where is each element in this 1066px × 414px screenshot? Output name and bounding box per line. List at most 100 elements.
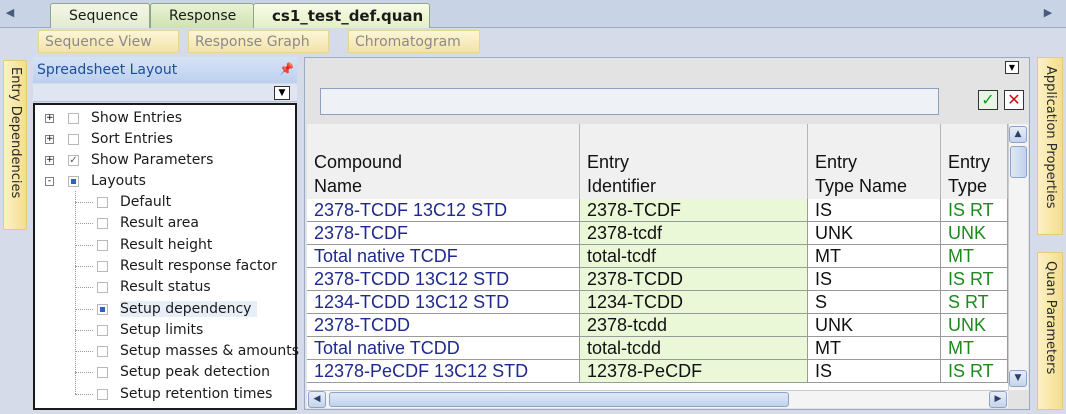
tab-quan-file[interactable]: cs1_test_def.quan	[253, 3, 430, 28]
cell-entry-type[interactable]: MT	[941, 337, 1008, 360]
checkbox[interactable]	[97, 196, 108, 208]
checkbox[interactable]	[97, 366, 108, 378]
cell-compound-name[interactable]: Total native TCDD	[307, 337, 580, 360]
column-header-entry-type-name[interactable]: Entry Type Name	[808, 124, 941, 202]
cell-entry-type-name[interactable]: IS	[808, 199, 941, 222]
column-header-compound-name[interactable]: Compound Name	[307, 124, 580, 202]
expand-icon[interactable]: +	[45, 113, 54, 123]
tab-scroll-right-icon[interactable]: ▶	[1042, 6, 1054, 20]
view-tab-sequence-view-label: Sequence View	[45, 34, 152, 50]
cell-entry-type[interactable]: UNK	[941, 222, 1008, 245]
collapse-icon[interactable]: -	[45, 176, 54, 186]
cell-entry-identifier[interactable]: total-tcdd	[580, 337, 808, 360]
cell-entry-identifier[interactable]: 2378-tcdf	[580, 222, 808, 245]
vertical-scroll-thumb[interactable]	[1010, 146, 1027, 178]
tree-item-label: Show Parameters	[91, 152, 214, 168]
cell-compound-name[interactable]: 1234-TCDD 13C12 STD	[307, 291, 580, 314]
expand-icon[interactable]: +	[45, 155, 54, 165]
tree-item-layouts[interactable]: - Layouts	[45, 171, 146, 191]
cell-compound-name[interactable]: Total native TCDF	[307, 245, 580, 268]
checkbox[interactable]	[97, 217, 108, 229]
layout-item-result-height[interactable]: Result height	[97, 235, 212, 255]
x-icon[interactable]: ✕	[1004, 90, 1024, 110]
cell-entry-type[interactable]: IS RT	[941, 360, 1008, 383]
check-icon[interactable]: ✓	[978, 90, 998, 110]
layout-item-label: Setup masses & amounts	[120, 343, 300, 359]
cell-entry-type-name[interactable]: UNK	[808, 314, 941, 337]
cell-entry-identifier[interactable]: 1234-TCDD	[580, 291, 808, 314]
checkbox[interactable]	[68, 112, 79, 124]
layout-item-setup-peak-detection[interactable]: Setup peak detection	[97, 362, 270, 382]
cell-entry-type-name[interactable]: MT	[808, 245, 941, 268]
chevron-down-icon[interactable]: ▼	[1005, 61, 1019, 74]
pin-icon[interactable]: 📌	[279, 62, 294, 76]
quan-parameters-side-tab[interactable]: Quan Parameters	[1037, 252, 1063, 410]
layout-item-setup-retention-times[interactable]: Setup retention times	[97, 384, 272, 404]
layout-item-result-status[interactable]: Result status	[97, 277, 211, 297]
layout-item-result-area[interactable]: Result area	[97, 213, 199, 233]
checkbox[interactable]	[97, 388, 108, 400]
cell-compound-name[interactable]: 2378-TCDF	[307, 222, 580, 245]
cell-entry-identifier[interactable]: 2378-tcdd	[580, 314, 808, 337]
checkbox[interactable]	[97, 239, 108, 251]
scroll-right-icon[interactable]: ▶	[989, 391, 1007, 408]
checkbox[interactable]	[97, 281, 108, 293]
checkbox[interactable]	[97, 345, 108, 357]
view-tab-chromatogram[interactable]: Chromatogram	[348, 30, 480, 53]
view-tab-sequence-view[interactable]: Sequence View	[38, 30, 179, 53]
tree-item-sort-entries[interactable]: + Sort Entries	[45, 129, 173, 149]
cell-entry-type[interactable]: IS RT	[941, 199, 1008, 222]
cell-compound-name[interactable]: 12378-PeCDF 13C12 STD	[307, 360, 580, 383]
tree-item-show-entries[interactable]: + Show Entries	[45, 108, 182, 128]
cell-compound-name[interactable]: 2378-TCDF 13C12 STD	[307, 199, 580, 222]
entry-dependencies-side-tab[interactable]: Entry Dependencies	[3, 60, 27, 230]
cell-compound-name[interactable]: 2378-TCDD 13C12 STD	[307, 268, 580, 291]
checkbox-checked[interactable]: ✓	[68, 154, 79, 166]
scroll-left-icon[interactable]: ◀	[308, 391, 326, 408]
layout-item-result-response-factor[interactable]: Result response factor	[97, 256, 277, 276]
checkbox[interactable]	[68, 133, 79, 145]
cell-entry-type-name[interactable]: S	[808, 291, 941, 314]
cell-entry-identifier[interactable]: 12378-PeCDF	[580, 360, 808, 383]
cell-entry-type-name[interactable]: IS	[808, 360, 941, 383]
cell-entry-type-name[interactable]: MT	[808, 337, 941, 360]
vertical-scrollbar[interactable]: ▲ ▼	[1008, 124, 1028, 390]
cell-entry-type[interactable]: S RT	[941, 291, 1008, 314]
cell-entry-type[interactable]: MT	[941, 245, 1008, 268]
chevron-down-icon[interactable]: ▼	[274, 86, 290, 100]
cell-entry-identifier[interactable]: 2378-TCDD	[580, 268, 808, 291]
cell-edit-field[interactable]	[320, 88, 939, 115]
layout-item-setup-limits[interactable]: Setup limits	[97, 320, 203, 340]
cell-compound-name[interactable]: 2378-TCDD	[307, 314, 580, 337]
tab-scroll-left-icon[interactable]: ◀	[4, 6, 16, 20]
layout-item-setup-dependency[interactable]: Setup dependency	[97, 299, 258, 319]
horizontal-scroll-thumb[interactable]	[329, 392, 789, 407]
checkbox-indeterminate[interactable]	[97, 303, 108, 315]
scroll-up-icon[interactable]: ▲	[1009, 126, 1027, 143]
tree-connector	[75, 287, 93, 288]
cell-entry-identifier[interactable]: 2378-TCDF	[580, 199, 808, 222]
checkbox-indeterminate[interactable]	[68, 175, 79, 187]
tab-sequence[interactable]: Sequence	[50, 3, 150, 28]
application-properties-side-tab[interactable]: Application Properties	[1037, 57, 1063, 235]
cell-entry-type[interactable]: IS RT	[941, 268, 1008, 291]
tree-item-show-parameters[interactable]: + ✓ Show Parameters	[45, 150, 213, 170]
scroll-down-icon[interactable]: ▼	[1009, 370, 1027, 387]
layout-item-setup-masses-amounts[interactable]: Setup masses & amounts	[97, 341, 299, 361]
column-header-entry-identifier[interactable]: Entry Identifier	[580, 124, 808, 202]
tab-response[interactable]: Response	[150, 3, 254, 28]
cell-entry-identifier[interactable]: total-tcdf	[580, 245, 808, 268]
spreadsheet-layout-header: Spreadsheet Layout	[33, 57, 297, 83]
view-tab-response-graph[interactable]: Response Graph	[188, 30, 329, 53]
header-line: Entry	[587, 152, 630, 172]
layout-item-default[interactable]: Default	[97, 192, 171, 212]
cell-entry-type[interactable]: UNK	[941, 314, 1008, 337]
expand-icon[interactable]: +	[45, 134, 54, 144]
tree-item-label: Sort Entries	[91, 131, 173, 147]
checkbox[interactable]	[97, 324, 108, 336]
checkbox[interactable]	[97, 260, 108, 272]
column-header-entry-type[interactable]: Entry Type	[941, 124, 1008, 202]
cell-entry-type-name[interactable]: UNK	[808, 222, 941, 245]
horizontal-scrollbar[interactable]: ◀ ▶	[307, 390, 1008, 408]
cell-entry-type-name[interactable]: IS	[808, 268, 941, 291]
